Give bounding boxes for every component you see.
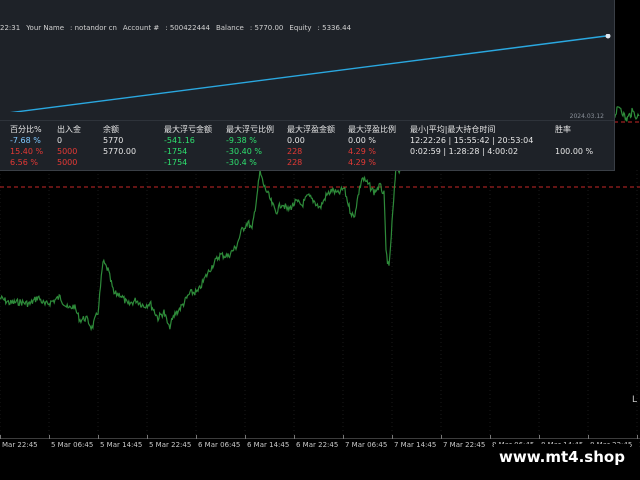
cell-winrate: 100.00 % [555,147,594,156]
cell-balance: 5770.00 [103,147,137,156]
time-axis-tick [539,435,540,439]
cell-percent: -7.68 % [10,136,41,145]
time-axis-label: 6 Mar 14:45 [247,441,290,449]
cell-max-float-profit-pct: 0.00 % [348,136,376,145]
stats-row: 15.40 % 5000 5770.00 -1754 -30.40 % 228 … [0,146,614,157]
price-series-line-right [613,106,640,122]
col-winrate: 胜率 [555,125,571,134]
cell-max-float-profit: 228 [287,158,303,167]
balance-value: : 5770.00 [249,24,284,32]
time-axis-label: 7 Mar 06:45 [345,441,388,449]
cell-deposit: 5000 [57,147,78,156]
time-axis-tick [392,435,393,439]
cell-max-float-profit-pct: 4.29 % [348,158,376,167]
balance-label: Balance [215,24,244,32]
cell-max-float-loss: -1754 [164,147,188,156]
cell-deposit: 5000 [57,158,78,167]
equity-curve-date: 2024.03.12 [569,113,604,120]
cell-max-float-profit: 228 [287,147,303,156]
equity-value: : 5336.44 [317,24,352,32]
time-axis-label: 5 Mar 22:45 [149,441,192,449]
time-axis-label: 7 Mar 22:45 [443,441,486,449]
stats-row: 6.56 % 5000 -1754 -30.4 % 228 4.29 % [0,157,614,168]
time-axis-label: 5 Mar 06:45 [51,441,94,449]
time-axis-tick [196,435,197,439]
cell-hold-time: 12:22:26 | 15:55:42 | 20:53:04 [410,136,534,145]
cell-max-float-loss: -541.16 [164,136,195,145]
cell-max-float-loss-pct: -30.4 % [226,158,257,167]
panel-divider [0,120,614,121]
equity-curve-chart [10,34,611,112]
time-axis-tick [441,435,442,439]
time-axis-label: 7 Mar 14:45 [394,441,437,449]
col-percent: 百分比% [10,125,42,134]
cell-max-float-profit: 0.00 [287,136,305,145]
stats-header-row: 百分比% 出入金 余额 最大浮亏金额 最大浮亏比例 最大浮盈金额 最大浮盈比例 … [0,124,614,135]
col-deposit: 出入金 [57,125,81,134]
time-axis-tick [147,435,148,439]
equity-curve-line [10,35,607,112]
account-value: : 500422444 [165,24,210,32]
time-axis-label: 6 Mar 06:45 [198,441,241,449]
cell-max-float-loss-pct: -9.38 % [226,136,257,145]
col-max-float-profit: 最大浮盈金额 [287,125,335,134]
time-axis-label: 6 Mar 22:45 [296,441,339,449]
right-edge-label: L [632,395,638,405]
col-max-float-profit-pct: 最大浮盈比例 [348,125,396,134]
cell-hold-time: 0:02:59 | 1:28:28 | 4:00:02 [410,147,519,156]
time-axis-tick [637,435,638,439]
account-header: 22:31 Your Name : notandor cn Account # : 50… [0,22,614,34]
name-value: : notandor cn [70,24,117,32]
time-axis-tick [49,435,50,439]
cell-max-float-loss-pct: -30.40 % [226,147,262,156]
col-max-float-loss-pct: 最大浮亏比例 [226,125,274,134]
equity-report-panel: 22:31 Your Name : notandor cn Account # : 50… [0,0,615,171]
time-axis-tick [490,435,491,439]
col-max-float-loss: 最大浮亏金额 [164,125,212,134]
time-axis-tick [588,435,589,439]
cell-balance: 5770 [103,136,124,145]
cell-percent: 6.56 % [10,158,38,167]
price-series-line [0,164,401,332]
equity-label: Equity [289,24,312,32]
time-axis-label: 5 Mar 14:45 [100,441,143,449]
account-label: Account # [122,24,160,32]
time-axis-tick [294,435,295,439]
name-label: Your Name [26,24,65,32]
time-label: 22:31 [0,24,21,32]
col-hold-time: 最小|平均|最大持仓时间 [410,125,496,134]
cell-max-float-loss: -1754 [164,158,188,167]
cell-percent: 15.40 % [10,147,44,156]
time-axis-tick [98,435,99,439]
watermark: www.mt4.shop [494,444,630,470]
cell-deposit: 0 [57,136,63,145]
stats-row: -7.68 % 0 5770 -541.16 -9.38 % 0.00 0.00… [0,135,614,146]
time-axis-tick [343,435,344,439]
time-axis-tick [0,435,1,439]
equity-curve-endpoint [605,34,611,39]
time-axis-tick [245,435,246,439]
col-balance: 余额 [103,125,119,134]
chart-grid [0,170,638,438]
time-axis-label: Mar 22:45 [2,441,38,449]
cell-max-float-profit-pct: 4.29 % [348,147,376,156]
